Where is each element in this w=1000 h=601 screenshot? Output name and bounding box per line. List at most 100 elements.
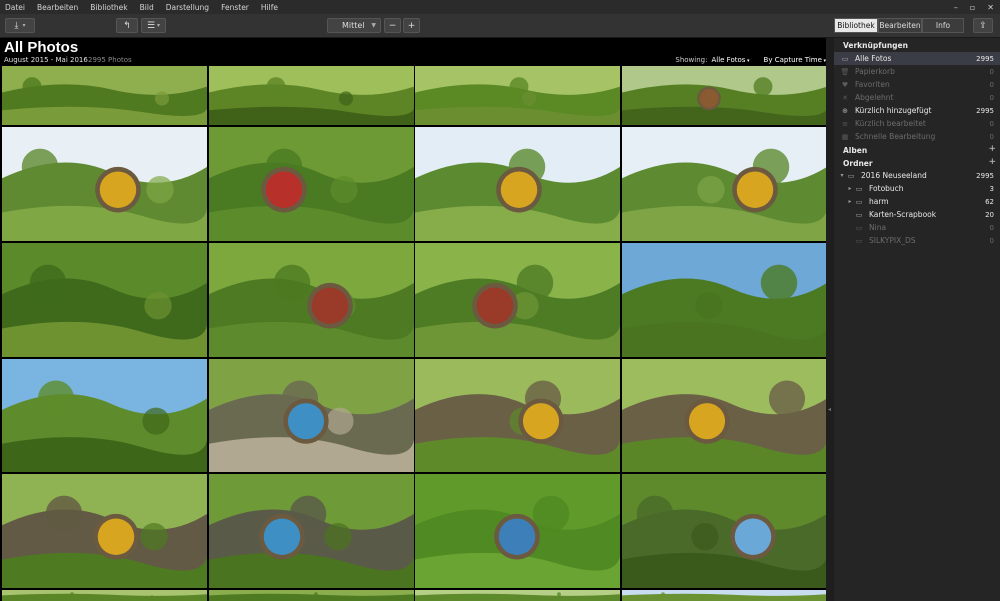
photo-image: [622, 359, 826, 472]
add-folder-button[interactable]: +: [988, 157, 996, 167]
tab-info[interactable]: Info: [922, 18, 964, 33]
folder-label: Fotobuch: [869, 184, 904, 193]
showing-filter-select[interactable]: Alle Fotos ▾: [711, 56, 749, 64]
download-icon: ⤓: [14, 20, 19, 31]
shortcut-count: 0: [989, 80, 994, 89]
import-button[interactable]: ⤓ ▾: [5, 18, 35, 33]
recent-edit-icon: ≡: [842, 119, 848, 128]
chevron-down-icon: ▾: [745, 58, 750, 64]
folder-karten-scrapbook[interactable]: ▭ Karten-Scrapbook 20: [834, 208, 1000, 221]
photo-thumbnail-partial-2[interactable]: [209, 590, 414, 601]
photo-thumbnail-hillside-path[interactable]: [2, 66, 207, 125]
folder-count: 0: [989, 236, 994, 245]
filter-bar: Showing: Alle Fotos ▾ By Capture Time ▾: [675, 56, 826, 64]
shortcut-alle-fotos[interactable]: ▭ Alle Fotos 2995: [834, 52, 1000, 65]
photo-thumbnail-hobbit-village[interactable]: [622, 66, 826, 125]
rotate-button[interactable]: ↰: [116, 18, 138, 33]
tab-bibliothek[interactable]: Bibliothek: [834, 18, 878, 33]
showing-filter-value: Alle Fotos: [711, 56, 746, 64]
add-album-button[interactable]: +: [988, 144, 996, 154]
folder-fotobuch[interactable]: ▸ ▭ Fotobuch 3: [834, 182, 1000, 195]
photo-thumbnail-partial-3[interactable]: [415, 590, 620, 601]
shortcut-papierkorb[interactable]: 🗑 Papierkorb 0: [834, 65, 1000, 78]
tab-bearbeiten[interactable]: Bearbeiten: [878, 18, 922, 33]
disclosure-triangle-icon[interactable]: ▸: [846, 185, 854, 192]
photos-icon: ▭: [841, 54, 849, 63]
photo-thumbnail-tree-yellow-door-2[interactable]: [415, 127, 620, 241]
photo-image: [415, 66, 620, 125]
photo-image: [209, 243, 414, 357]
menu-item-0[interactable]: Datei: [5, 3, 25, 12]
heart-icon: ♥: [841, 80, 849, 89]
shortcut-label: Schnelle Bearbeitung: [855, 132, 936, 141]
sort-select[interactable]: By Capture Time ▾: [764, 56, 826, 64]
photo-thumbnail-yellow-door-bench[interactable]: [415, 359, 620, 472]
shortcut-label: Kürzlich hinzugefügt: [855, 106, 932, 115]
photo-image: [2, 474, 207, 588]
panel-splitter[interactable]: ◂: [826, 38, 834, 601]
zoom-out-button[interactable]: −: [384, 18, 401, 33]
photo-thumbnail-partial-1[interactable]: [2, 590, 207, 601]
shortcut-schnelle-bearbeitung[interactable]: ▦ Schnelle Bearbeitung 0: [834, 130, 1000, 143]
photo-thumbnail-garden-bench[interactable]: [2, 243, 207, 357]
photo-thumbnail-yellow-door-garden[interactable]: [2, 474, 207, 588]
folder-silkypix-ds[interactable]: ▭ SILKYPIX_DS 0: [834, 234, 1000, 247]
folder-harm[interactable]: ▸ ▭ harm 62: [834, 195, 1000, 208]
menu-item-1[interactable]: Bearbeiten: [37, 3, 78, 12]
photo-thumbnail-yellow-door-bench-2[interactable]: [622, 359, 826, 472]
minimize-icon[interactable]: –: [954, 3, 958, 12]
folder-2016-neuseeland[interactable]: ▾ ▭ 2016 Neuseeland 2995: [834, 169, 1000, 182]
menu-item-6[interactable]: Hilfe: [261, 3, 278, 12]
folder-count: 2995: [976, 171, 994, 180]
folder-count: 62: [985, 197, 994, 206]
folder-nina[interactable]: ▭ Nina 0: [834, 221, 1000, 234]
photo-thumbnail-lamp-red-door[interactable]: [209, 243, 414, 357]
photo-thumbnail-blue-door-fence[interactable]: [209, 359, 414, 472]
photo-count: 2995 Photos: [88, 56, 132, 64]
collapse-handle-icon[interactable]: ◂: [828, 406, 831, 413]
photo-thumbnail-blue-door-round[interactable]: [622, 474, 826, 588]
photo-thumbnail-red-door-flowers[interactable]: [209, 127, 414, 241]
close-icon[interactable]: ✕: [987, 3, 994, 12]
shortcut-kürzlich-bearbeitet[interactable]: ≡ Kürzlich bearbeitet 0: [834, 117, 1000, 130]
quick-edit-icon: ▦: [841, 132, 849, 141]
photo-thumbnail-garden-hill[interactable]: [415, 66, 620, 125]
photo-image: [415, 127, 620, 241]
photo-thumbnail-grass-blue-door[interactable]: [415, 474, 620, 588]
photo-thumbnail-tree-yellow-door[interactable]: [2, 127, 207, 241]
shortcut-kürzlich-hinzugefügt[interactable]: ⊕ Kürzlich hinzugefügt 2995: [834, 104, 1000, 117]
folder-label: SILKYPIX_DS: [869, 236, 916, 245]
disclosure-triangle-icon[interactable]: ▾: [838, 172, 846, 179]
shortcut-abgelehnt[interactable]: ✕ Abgelehnt 0: [834, 91, 1000, 104]
photo-grid: [0, 66, 826, 601]
folder-label: Nina: [869, 223, 887, 232]
albums-section-title[interactable]: Alben: [843, 146, 867, 155]
menu-item-3[interactable]: Bild: [140, 3, 154, 12]
photo-thumbnail-tree-yellow-door-3[interactable]: [622, 127, 826, 241]
list-view-button[interactable]: ☰ ▾: [141, 18, 166, 33]
menu-item-2[interactable]: Bibliothek: [90, 3, 127, 12]
photo-thumbnail-signpost-blue-door[interactable]: [209, 474, 414, 588]
photo-thumbnail-partial-4[interactable]: [622, 590, 826, 601]
folders-section-title[interactable]: Ordner: [843, 159, 873, 168]
thumbnail-size-select[interactable]: Mittel ▼: [327, 18, 381, 33]
maximize-icon[interactable]: ▫: [970, 3, 975, 12]
shortcut-label: Papierkorb: [855, 67, 895, 76]
library-sidebar: Verknüpfungen ▭ Alle Fotos 2995 🗑 Papierkorb…: [834, 38, 1000, 601]
rotate-icon: ↰: [123, 20, 131, 31]
disclosure-triangle-icon[interactable]: ▸: [846, 198, 854, 205]
photo-thumbnail-hill-lamp[interactable]: [209, 66, 414, 125]
photo-thumbnail-hill-blue-sky[interactable]: [2, 359, 207, 472]
shortcut-favoriten[interactable]: ♥ Favoriten 0: [834, 78, 1000, 91]
zoom-in-button[interactable]: +: [403, 18, 420, 33]
share-button[interactable]: ⇪: [973, 18, 993, 33]
shortcut-label: Kürzlich bearbeitet: [855, 119, 926, 128]
trash-icon: 🗑: [840, 67, 850, 76]
menu-item-5[interactable]: Fenster: [221, 3, 249, 12]
photo-thumbnail-lamp-garden[interactable]: [415, 243, 620, 357]
photo-thumbnail-tree-sky[interactable]: [622, 243, 826, 357]
folder-icon: ▭: [855, 184, 863, 193]
date-range: August 2015 - Mai 2016: [4, 56, 88, 64]
shortcut-count: 0: [989, 132, 994, 141]
menu-item-4[interactable]: Darstellung: [166, 3, 209, 12]
